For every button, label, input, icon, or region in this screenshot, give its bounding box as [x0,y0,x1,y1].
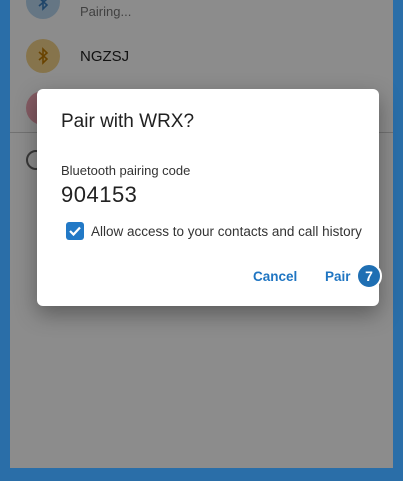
cancel-button[interactable]: Cancel [253,269,297,284]
dialog-title: Pair with WRX? [61,111,195,132]
pairing-code-value: 904153 [61,182,138,207]
pair-dialog: Pair with WRX? Bluetooth pairing code 90… [37,89,382,306]
contacts-access-label[interactable]: Allow access to your contacts and call h… [91,224,362,239]
checkmark-icon [69,226,81,237]
pair-button[interactable]: Pair [325,269,351,284]
step-number-badge: 7 [356,263,382,289]
contacts-access-checkbox[interactable] [66,222,84,240]
pairing-code-label: Bluetooth pairing code [61,163,191,178]
